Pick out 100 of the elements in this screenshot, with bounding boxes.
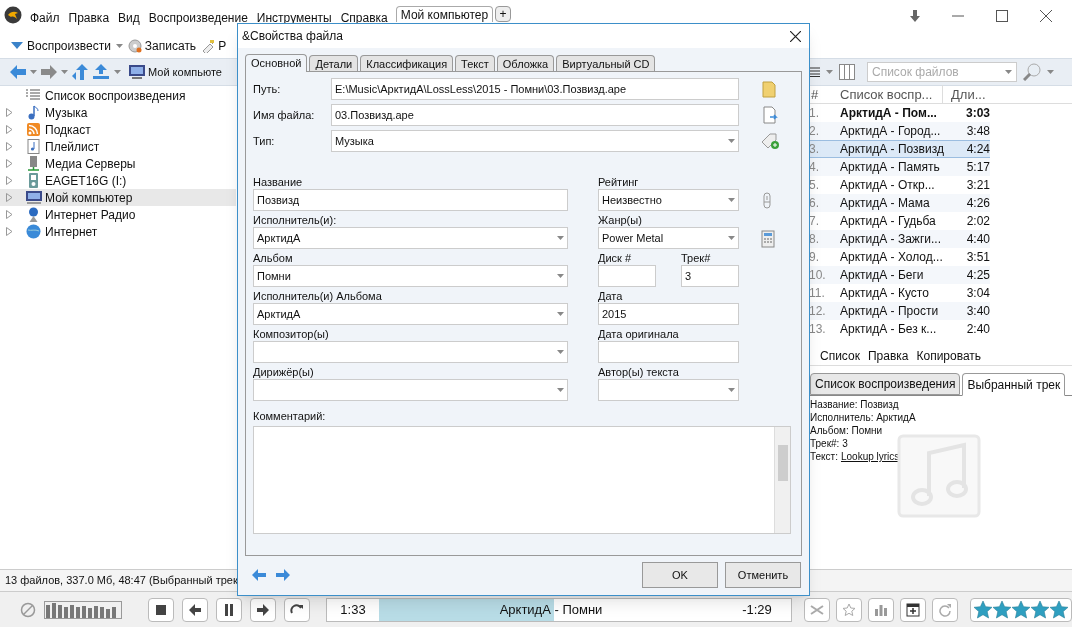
stop-button[interactable]	[148, 597, 174, 622]
new-tab-button[interactable]: +	[495, 6, 512, 22]
scrollbar[interactable]	[774, 427, 790, 533]
menu-item[interactable]: Справка	[340, 9, 388, 27]
shuffle-button[interactable]	[804, 597, 830, 622]
dialog-tab[interactable]: Текст	[455, 55, 495, 71]
text-field[interactable]	[598, 341, 739, 363]
search-field[interactable]: Список файлов	[867, 62, 1017, 82]
seek-bar[interactable]: АрктидА - Помни	[379, 598, 723, 621]
dropdown-field[interactable]	[253, 341, 568, 363]
maximize-icon[interactable]	[996, 10, 1008, 22]
dropdown-field[interactable]: Неизвестно	[598, 189, 739, 211]
panel-menu-item[interactable]: Правка	[867, 346, 909, 365]
column-header[interactable]: Дли...	[943, 84, 993, 105]
menu-item[interactable]: Файл	[30, 9, 60, 27]
panel-tab[interactable]: Список воспроизведения	[810, 373, 961, 395]
previous-arrow-icon[interactable]	[252, 569, 266, 581]
dialog-button[interactable]: Отменить	[725, 562, 801, 588]
dialog-button[interactable]: OK	[642, 562, 718, 588]
caret-icon	[557, 274, 564, 278]
toolbar-button[interactable]: Воспроизвести	[10, 37, 111, 55]
tree-item[interactable]: Мой компьютер	[0, 189, 236, 206]
up-arrow-icon[interactable]	[72, 64, 88, 80]
playlist-row[interactable]: 10. АрктидА - Беги 4:25	[808, 266, 990, 284]
equalizer-icon[interactable]	[44, 600, 122, 619]
dropdown-field[interactable]: Помни	[253, 265, 568, 287]
add-window-button[interactable]	[900, 597, 926, 622]
panel-tab[interactable]: Выбранный трек	[962, 373, 1066, 396]
playlist-row[interactable]: 6. АрктидА - Мама 4:26	[808, 194, 990, 212]
field-action-icon[interactable]	[761, 230, 775, 248]
dialog-tab[interactable]: Обложка	[496, 55, 555, 71]
playlist-row[interactable]: 2. АрктидА - Город... 3:48	[808, 122, 990, 140]
tree-item[interactable]: Интернет Радио	[0, 206, 236, 223]
menu-item[interactable]: Вид	[118, 9, 140, 27]
tree-item[interactable]: Интернет	[0, 223, 236, 240]
dialog-title: &Свойства файла	[242, 28, 343, 45]
comment-field[interactable]	[253, 426, 791, 534]
text-field[interactable]	[598, 265, 656, 287]
tree-item[interactable]: Плейлист	[0, 138, 236, 155]
tree-item[interactable]: EAGET16G (I:)	[0, 172, 236, 189]
dialog-tab[interactable]: Классификация	[360, 55, 454, 71]
favorite-button[interactable]	[836, 597, 862, 622]
list-view-icon[interactable]	[810, 67, 820, 77]
next-arrow-icon[interactable]	[276, 569, 290, 581]
search-icon[interactable]	[1023, 63, 1041, 81]
panel-menu-item[interactable]: Копировать	[916, 346, 982, 365]
dropdown-field[interactable]: АрктидА	[253, 227, 568, 249]
app-logo-icon	[4, 6, 22, 24]
type-dropdown[interactable]: Музыка	[331, 130, 739, 152]
back-arrow-icon[interactable]	[10, 65, 26, 79]
refresh-button[interactable]	[932, 597, 958, 622]
playlist-row[interactable]: 8. АрктидА - Зажги... 4:40	[808, 230, 990, 248]
playlist-row[interactable]: 12. АрктидА - Прости 3:40	[808, 302, 990, 320]
track-info-line: Исполнитель: АрктидА	[810, 411, 917, 424]
dropdown-field[interactable]	[253, 379, 568, 401]
dialog-tab[interactable]: Детали	[309, 55, 359, 71]
track-info-label: Текст:	[810, 450, 838, 463]
text-field[interactable]: Позвизд	[253, 189, 568, 211]
field-action-icon[interactable]	[761, 106, 779, 124]
playlist-row[interactable]: 3. АрктидА - Позвизд 4:24	[808, 140, 990, 158]
dropdown-field[interactable]: АрктидА	[253, 303, 568, 325]
dropdown-field[interactable]: Power Metal	[598, 227, 739, 249]
download-arrow-icon[interactable]	[910, 10, 920, 22]
next-button[interactable]	[250, 597, 276, 622]
repeat-button[interactable]	[284, 597, 310, 622]
close-button[interactable]	[790, 30, 801, 42]
shuffle-icon	[810, 602, 824, 617]
dialog-tab[interactable]: Основной	[245, 54, 308, 72]
column-header[interactable]: #	[808, 84, 838, 105]
tree-item[interactable]: Список воспроизведения	[0, 87, 236, 104]
up-level-icon[interactable]	[92, 64, 110, 80]
field-action-icon[interactable]	[761, 80, 779, 98]
previous-button[interactable]	[182, 597, 208, 622]
tree-item[interactable]: Подкаст	[0, 121, 236, 138]
tree-item[interactable]: Медиа Серверы	[0, 155, 236, 172]
menu-item[interactable]: Воспроизведение	[148, 9, 248, 27]
tree-item[interactable]: Музыка	[0, 104, 236, 121]
columns-icon[interactable]	[839, 64, 855, 80]
chart-button[interactable]	[868, 597, 894, 622]
text-field[interactable]: E:\Music\АрктидА\LossLess\2015 - Помни\03.Позвизд.ape	[331, 78, 739, 100]
menu-item[interactable]: Инструменты	[256, 9, 332, 27]
toolbar-button[interactable]: Записать	[127, 37, 197, 55]
lyrics-link[interactable]: Lookup lyrics	[840, 450, 900, 463]
text-field[interactable]: 3	[681, 265, 739, 287]
text-field[interactable]: 2015	[598, 303, 739, 325]
text-field[interactable]: 03.Позвизд.ape	[331, 104, 739, 126]
pause-button[interactable]	[216, 597, 242, 622]
close-icon[interactable]	[1040, 10, 1052, 22]
dropdown-field[interactable]	[598, 379, 739, 401]
toolbar-button[interactable]: Р	[201, 37, 227, 55]
playlist-row[interactable]: 7. АрктидА - Гудьба 2:02	[808, 212, 990, 230]
menu-item[interactable]: Правка	[68, 9, 110, 27]
location-button[interactable]: Мой компьюте	[129, 63, 222, 81]
dialog-tab[interactable]: Виртуальный CD	[556, 55, 656, 71]
location-tab[interactable]: Мой компьютер	[395, 6, 494, 22]
add-window-icon	[906, 602, 920, 617]
panel-menu-item[interactable]: Список	[820, 346, 860, 365]
scrollbar-thumb[interactable]	[777, 445, 788, 481]
field-action-icon[interactable]	[761, 132, 779, 150]
forward-arrow-icon[interactable]	[41, 65, 57, 79]
